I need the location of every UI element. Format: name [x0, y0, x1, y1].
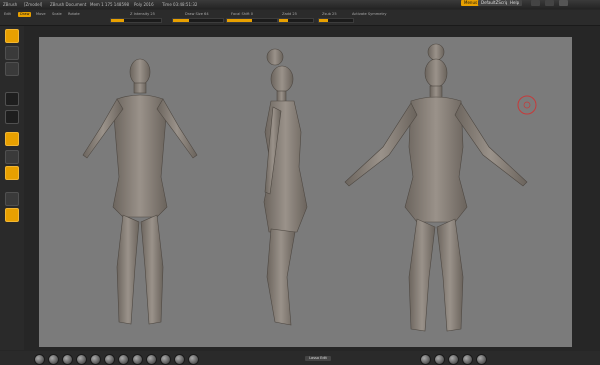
draw-size-slider[interactable]: [172, 18, 224, 23]
mask-clear-icon[interactable]: [48, 354, 59, 365]
poly-readout: Poly 2016: [134, 2, 154, 7]
stroke-icon[interactable]: [5, 46, 19, 60]
document-status: ZBrush Document: [50, 2, 87, 7]
color-swatch-icon[interactable]: [5, 132, 19, 146]
z-intensity-slider[interactable]: [110, 18, 162, 23]
tool-draw[interactable]: Draw: [18, 12, 32, 17]
brush-cursor-ring-inner: [523, 101, 531, 109]
show-icon[interactable]: [90, 354, 101, 365]
tool-rotate[interactable]: Rotate: [68, 12, 80, 17]
subdivide-icon[interactable]: [104, 354, 115, 365]
z-intensity-fill: [111, 19, 124, 22]
focal-shift-fill: [227, 19, 252, 22]
perspective-icon[interactable]: [5, 166, 19, 180]
focal-shift-slider[interactable]: [226, 18, 278, 23]
higher-res-icon[interactable]: [132, 354, 143, 365]
minimize-icon[interactable]: [531, 0, 540, 6]
canvas-viewport[interactable]: [39, 37, 572, 347]
zsub-slider[interactable]: [318, 18, 354, 23]
mask-icon[interactable]: [34, 354, 45, 365]
frame-icon[interactable]: [462, 354, 473, 365]
document-name: [Zmodel]: [24, 2, 43, 7]
left-tool-shelf: [0, 26, 24, 350]
scale-icon[interactable]: [476, 354, 487, 365]
floor-grid-icon[interactable]: [5, 192, 19, 206]
polyframe-icon[interactable]: [146, 354, 157, 365]
figure-side: [263, 48, 308, 326]
hide-icon[interactable]: [76, 354, 87, 365]
brush-cursor-ring: [517, 95, 537, 115]
xpose-icon[interactable]: [188, 354, 199, 365]
local-symmetry-icon[interactable]: [5, 208, 19, 222]
help-button[interactable]: Help: [507, 0, 523, 6]
tool-edit[interactable]: Edit: [4, 12, 11, 17]
zsub-fill: [319, 19, 328, 22]
texture-icon[interactable]: [5, 92, 19, 106]
lower-res-icon[interactable]: [118, 354, 129, 365]
move-view-icon[interactable]: [434, 354, 445, 365]
draw-size-fill: [173, 19, 189, 22]
rotate-view-icon[interactable]: [448, 354, 459, 365]
transp-icon[interactable]: [160, 354, 171, 365]
mask-invert-icon[interactable]: [62, 354, 73, 365]
zadd-slider[interactable]: [278, 18, 314, 23]
zadd-fill: [279, 19, 288, 22]
material-icon[interactable]: [5, 110, 19, 124]
time-readout: Time 03:48:51:32: [162, 2, 198, 7]
z-intensity-label: Z Intensity 25: [130, 12, 155, 16]
figure-back: [344, 43, 528, 332]
brush-icon[interactable]: [5, 29, 19, 43]
tool-scale[interactable]: Scale: [52, 12, 62, 17]
tool-move[interactable]: Move: [36, 12, 46, 17]
maximize-icon[interactable]: [545, 0, 554, 6]
zoom-icon[interactable]: [420, 354, 431, 365]
lasso-edit-button[interactable]: Lasso Edit: [305, 356, 331, 361]
top-toolbar: Edit Draw Move Scale Rotate Z Intensity …: [0, 10, 600, 26]
focal-shift-label: Focal Shift 0: [231, 12, 254, 16]
app-name: ZBrush: [3, 2, 18, 7]
zsub-label: Zsub 25: [322, 12, 337, 16]
memory-readout: Mem 1 175 148598: [90, 2, 130, 7]
bottom-shelf: Lasso Edit: [0, 351, 600, 365]
draw-size-label: Draw Size 64: [185, 12, 209, 16]
alpha-icon[interactable]: [5, 62, 19, 76]
close-icon[interactable]: [559, 0, 568, 6]
zadd-label: Zadd 25: [282, 12, 297, 16]
figure-front: [82, 58, 198, 325]
solo-icon[interactable]: [174, 354, 185, 365]
activate-symmetry-button[interactable]: Activate Symmetry: [352, 12, 387, 17]
title-bar: ZBrush [Zmodel] ZBrush Document Mem 1 17…: [0, 0, 600, 9]
gradient-icon[interactable]: [5, 150, 19, 164]
